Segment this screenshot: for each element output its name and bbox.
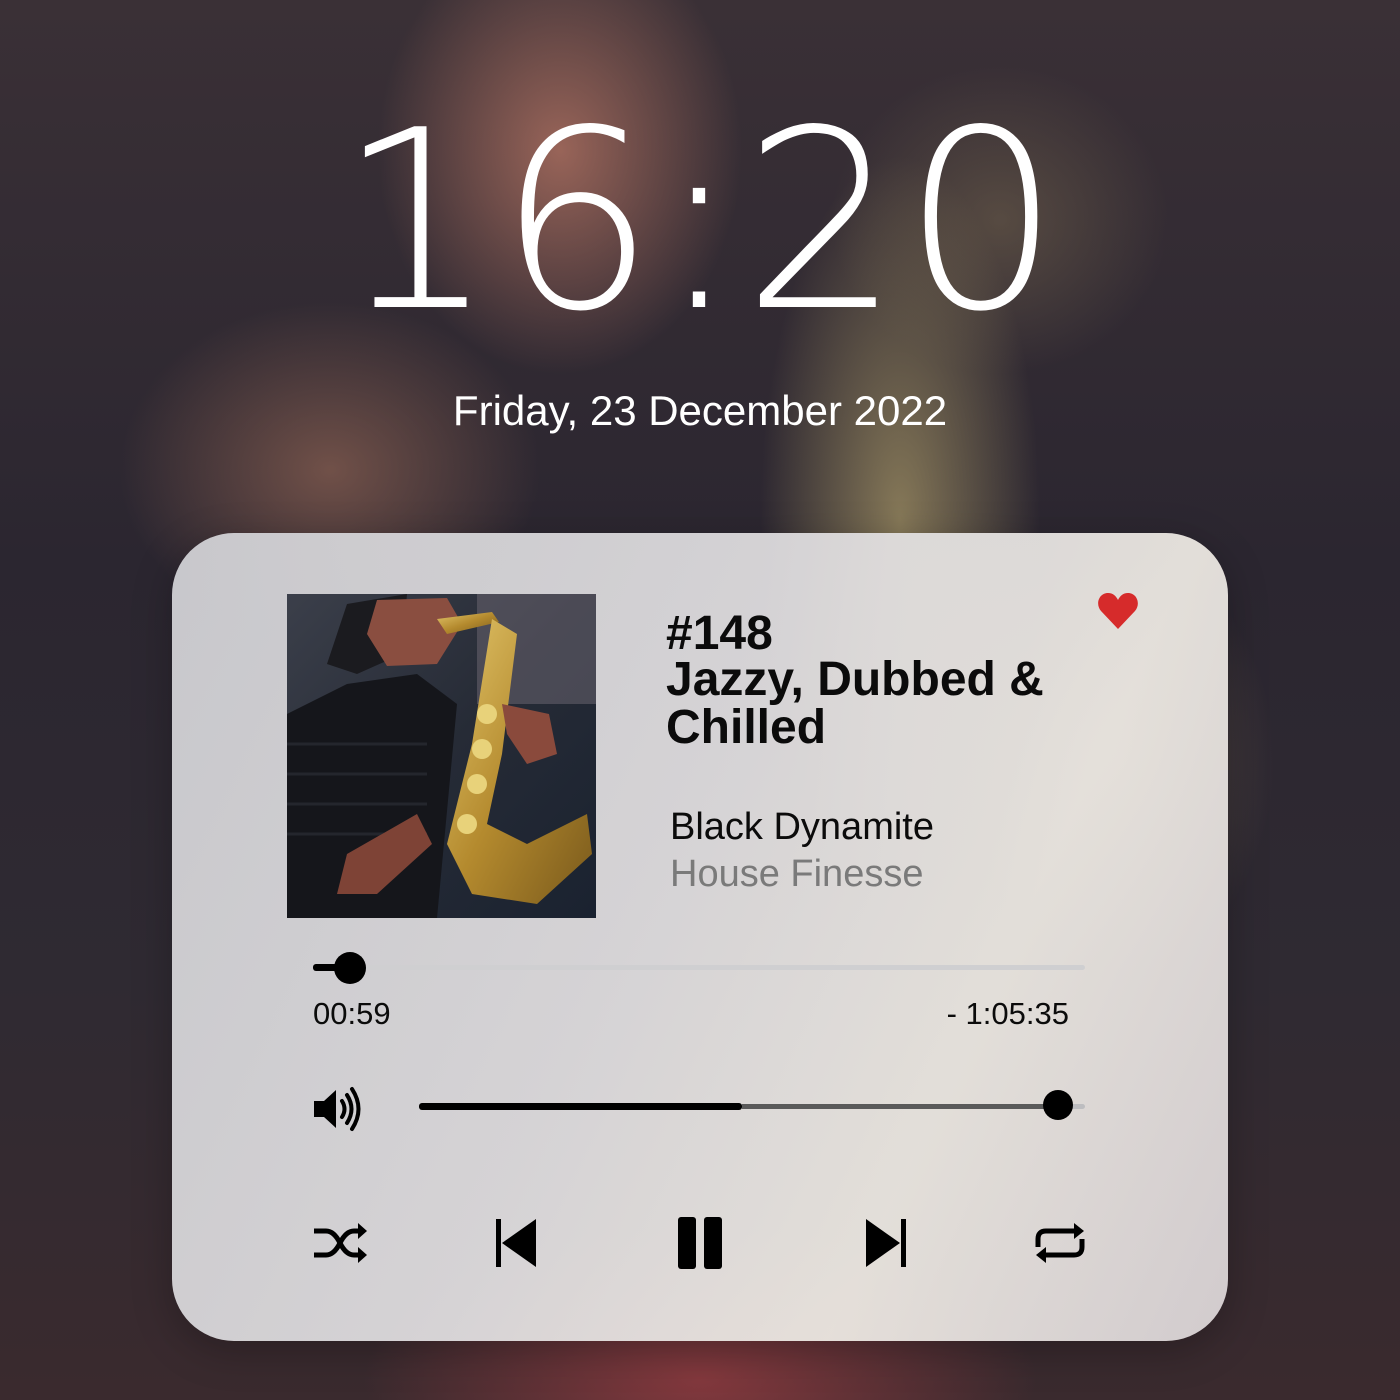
previous-icon (496, 1219, 536, 1267)
album-art (287, 594, 596, 918)
lock-date: Friday, 23 December 2022 (452, 387, 948, 434)
volume-knob[interactable] (1043, 1090, 1074, 1120)
favorite-heart-icon[interactable] (1097, 591, 1139, 631)
next-icon (866, 1219, 906, 1267)
repeat-icon (1035, 1223, 1085, 1263)
repeat-button[interactable] (1030, 1213, 1090, 1273)
album-name: House Finesse (670, 853, 924, 895)
pause-button[interactable] (670, 1213, 730, 1273)
elapsed-time: 00:59 (313, 996, 391, 1031)
playback-progress-bar[interactable] (313, 952, 1085, 984)
artist-name: Black Dynamite (670, 806, 934, 848)
lock-clock: 16:20 (337, 78, 1063, 366)
remaining-time: - 1:05:35 (946, 996, 1069, 1031)
volume-speaker-icon[interactable] (312, 1084, 362, 1134)
volume-fill-secondary (742, 1104, 1059, 1109)
next-track-button[interactable] (856, 1213, 916, 1273)
shuffle-button[interactable] (310, 1213, 370, 1273)
volume-fill (419, 1103, 742, 1110)
playback-scrubber-knob[interactable] (334, 952, 367, 984)
track-title: Jazzy, Dubbed & Chilled (666, 653, 1044, 754)
track-number: #148 (666, 607, 773, 660)
previous-track-button[interactable] (490, 1213, 550, 1273)
volume-slider[interactable] (419, 1090, 1085, 1120)
music-player-card: #148 Jazzy, Dubbed & Chilled Black Dynam… (172, 533, 1228, 1341)
pause-icon (678, 1217, 722, 1269)
shuffle-icon (314, 1223, 367, 1263)
